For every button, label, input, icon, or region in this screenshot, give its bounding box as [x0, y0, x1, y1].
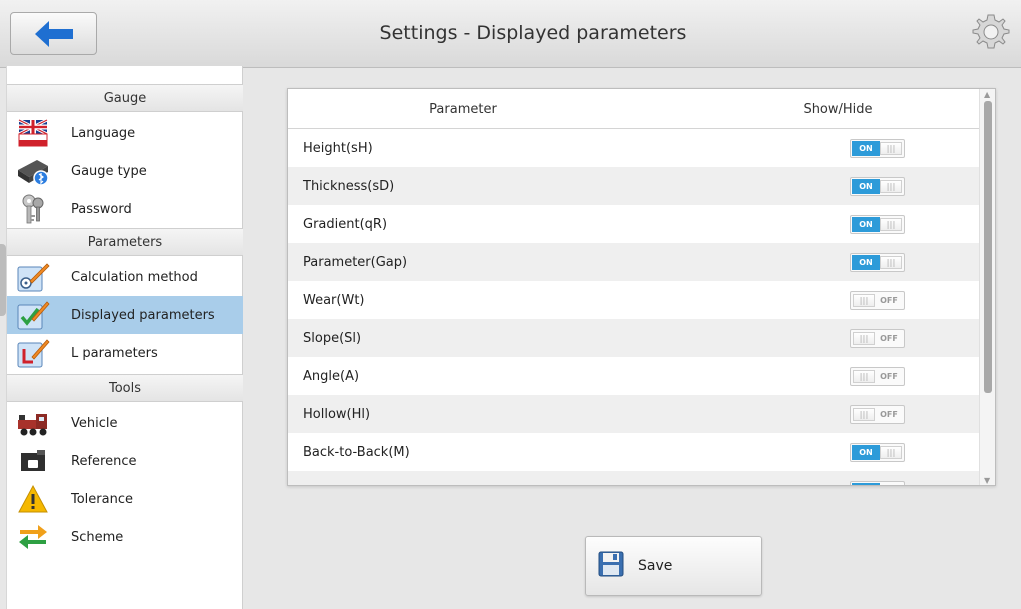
- sidebar-item-scheme[interactable]: Scheme: [7, 518, 243, 556]
- parameter-label: Height(sH): [303, 141, 373, 156]
- sidebar: Gauge Language Gauge type Password Param…: [6, 66, 243, 609]
- keys-icon: [15, 194, 51, 224]
- calculation-clipboard-icon: [15, 262, 51, 292]
- table-header: Parameter Show/Hide: [288, 89, 980, 129]
- show-hide-toggle[interactable]: OFF |||: [850, 405, 905, 424]
- parameter-label: Slope(Sl): [303, 331, 362, 346]
- save-button[interactable]: Save: [585, 536, 762, 596]
- sidebar-item-l-parameters[interactable]: L parameters: [7, 334, 243, 372]
- sidebar-item-vehicle[interactable]: Vehicle: [7, 404, 243, 442]
- sidebar-item-label: Tolerance: [71, 491, 133, 507]
- floppy-disk-icon: [598, 551, 624, 581]
- toggle-grip: |||: [880, 218, 902, 231]
- sidebar-item-gauge-type[interactable]: Gauge type: [7, 152, 243, 190]
- table-scrollbar[interactable]: ▲ ▼: [979, 89, 995, 485]
- column-header-show-hide: Show/Hide: [803, 102, 873, 117]
- table-row: Height(sH) ON |||: [288, 129, 980, 167]
- toggle-state-label: OFF: [880, 372, 898, 381]
- show-hide-toggle[interactable]: ON |||: [850, 215, 905, 234]
- toggle-state-label: ON: [852, 141, 880, 156]
- parameter-label: Gradient(qR): [303, 217, 388, 232]
- gauge-device-icon: [15, 156, 51, 186]
- sidebar-item-calculation-method[interactable]: Calculation method: [7, 258, 243, 296]
- section-gauge: Gauge: [7, 84, 243, 112]
- table-row: Back-to-Back(M) ON |||: [288, 433, 980, 471]
- warning-icon: [15, 484, 51, 514]
- table-row: Gradient(qR) ON |||: [288, 205, 980, 243]
- parameter-label: Thickness(sD): [303, 179, 395, 194]
- sidebar-item-label: Language: [71, 125, 136, 141]
- scroll-down-arrow-icon[interactable]: ▼: [984, 476, 990, 485]
- sidebar-item-label: Calculation method: [71, 269, 198, 285]
- toggle-grip: |||: [880, 142, 902, 155]
- parameter-label: Hollow(Hl): [303, 407, 371, 422]
- toggle-grip: |||: [880, 446, 902, 459]
- sidebar-item-tolerance[interactable]: Tolerance: [7, 480, 243, 518]
- column-header-parameter: Parameter: [429, 102, 497, 117]
- sidebar-item-displayed-parameters[interactable]: Displayed parameters: [7, 296, 243, 334]
- parameter-label: Back-to-Back(M): [303, 445, 410, 460]
- sidebar-item-reference[interactable]: Reference: [7, 442, 243, 480]
- reference-block-icon: [15, 446, 51, 476]
- toggle-state-label: ON: [852, 255, 880, 270]
- show-hide-toggle[interactable]: ON |||: [850, 253, 905, 272]
- sidebar-item-label: Password: [71, 201, 132, 217]
- table-body: Height(sH) ON ||| Thickness(sD) ON ||| Gradien…: [288, 129, 980, 485]
- toggle-state-label: ON: [852, 179, 880, 194]
- table-row: Hollow(Hl) OFF |||: [288, 395, 980, 433]
- locomotive-icon: [15, 408, 51, 438]
- parameter-label: Angle(A): [303, 369, 360, 384]
- table-row: Parameter(Gap) ON |||: [288, 243, 980, 281]
- toggle-state-label: OFF: [880, 334, 898, 343]
- sidebar-item-language[interactable]: Language: [7, 114, 243, 152]
- uk-flag-icon: [15, 118, 51, 148]
- sidebar-item-label: Reference: [71, 453, 137, 469]
- show-hide-toggle[interactable]: ON |||: [850, 177, 905, 196]
- toggle-state-label: ON: [852, 445, 880, 460]
- table-row: Angle(A) OFF |||: [288, 357, 980, 395]
- toggle-state-label: OFF: [880, 410, 898, 419]
- toggle-grip: |||: [853, 408, 875, 421]
- section-tools: Tools: [7, 374, 243, 402]
- toggle-grip: |||: [880, 256, 902, 269]
- table-row-partial: [288, 471, 980, 485]
- sidebar-drag-handle[interactable]: [0, 244, 6, 316]
- parameter-label: Parameter(Gap): [303, 255, 408, 270]
- swap-arrows-icon: [15, 522, 51, 552]
- checklist-clipboard-icon: [15, 300, 51, 330]
- sidebar-item-label: Vehicle: [71, 415, 118, 431]
- toggle-grip: |||: [853, 332, 875, 345]
- table-row: Slope(Sl) OFF |||: [288, 319, 980, 357]
- show-hide-toggle[interactable]: ON |||: [850, 139, 905, 158]
- sidebar-item-password[interactable]: Password: [7, 190, 243, 228]
- parameter-label: Wear(Wt): [303, 293, 365, 308]
- gear-icon[interactable]: [971, 12, 1011, 52]
- show-hide-toggle[interactable]: OFF |||: [850, 291, 905, 310]
- toggle-grip: |||: [853, 294, 875, 307]
- toggle-grip: |||: [853, 370, 875, 383]
- scroll-up-arrow-icon[interactable]: ▲: [984, 90, 990, 99]
- show-hide-toggle[interactable]: OFF |||: [850, 329, 905, 348]
- toggle-state-label: ON: [852, 217, 880, 232]
- scroll-thumb[interactable]: [984, 101, 992, 393]
- header-bar: Settings - Displayed parameters: [0, 0, 1021, 68]
- toggle-state-label: OFF: [880, 296, 898, 305]
- toggle-grip: |||: [880, 180, 902, 193]
- page-title: Settings - Displayed parameters: [379, 22, 687, 44]
- l-clipboard-icon: [15, 338, 51, 368]
- toggle-state-label: [852, 483, 880, 485]
- sidebar-item-label: L parameters: [71, 345, 158, 361]
- table-row: Wear(Wt) OFF |||: [288, 281, 980, 319]
- section-parameters: Parameters: [7, 228, 243, 256]
- show-hide-toggle[interactable]: ON |||: [850, 443, 905, 462]
- sidebar-item-label: Scheme: [71, 529, 124, 545]
- show-hide-toggle[interactable]: OFF |||: [850, 367, 905, 386]
- table-row: Thickness(sD) ON |||: [288, 167, 980, 205]
- save-label: Save: [638, 558, 673, 574]
- parameters-table: Parameter Show/Hide Height(sH) ON ||| Thick…: [287, 88, 996, 486]
- show-hide-toggle[interactable]: [850, 481, 905, 485]
- sidebar-item-label: Gauge type: [71, 163, 147, 179]
- sidebar-item-label: Displayed parameters: [71, 307, 215, 323]
